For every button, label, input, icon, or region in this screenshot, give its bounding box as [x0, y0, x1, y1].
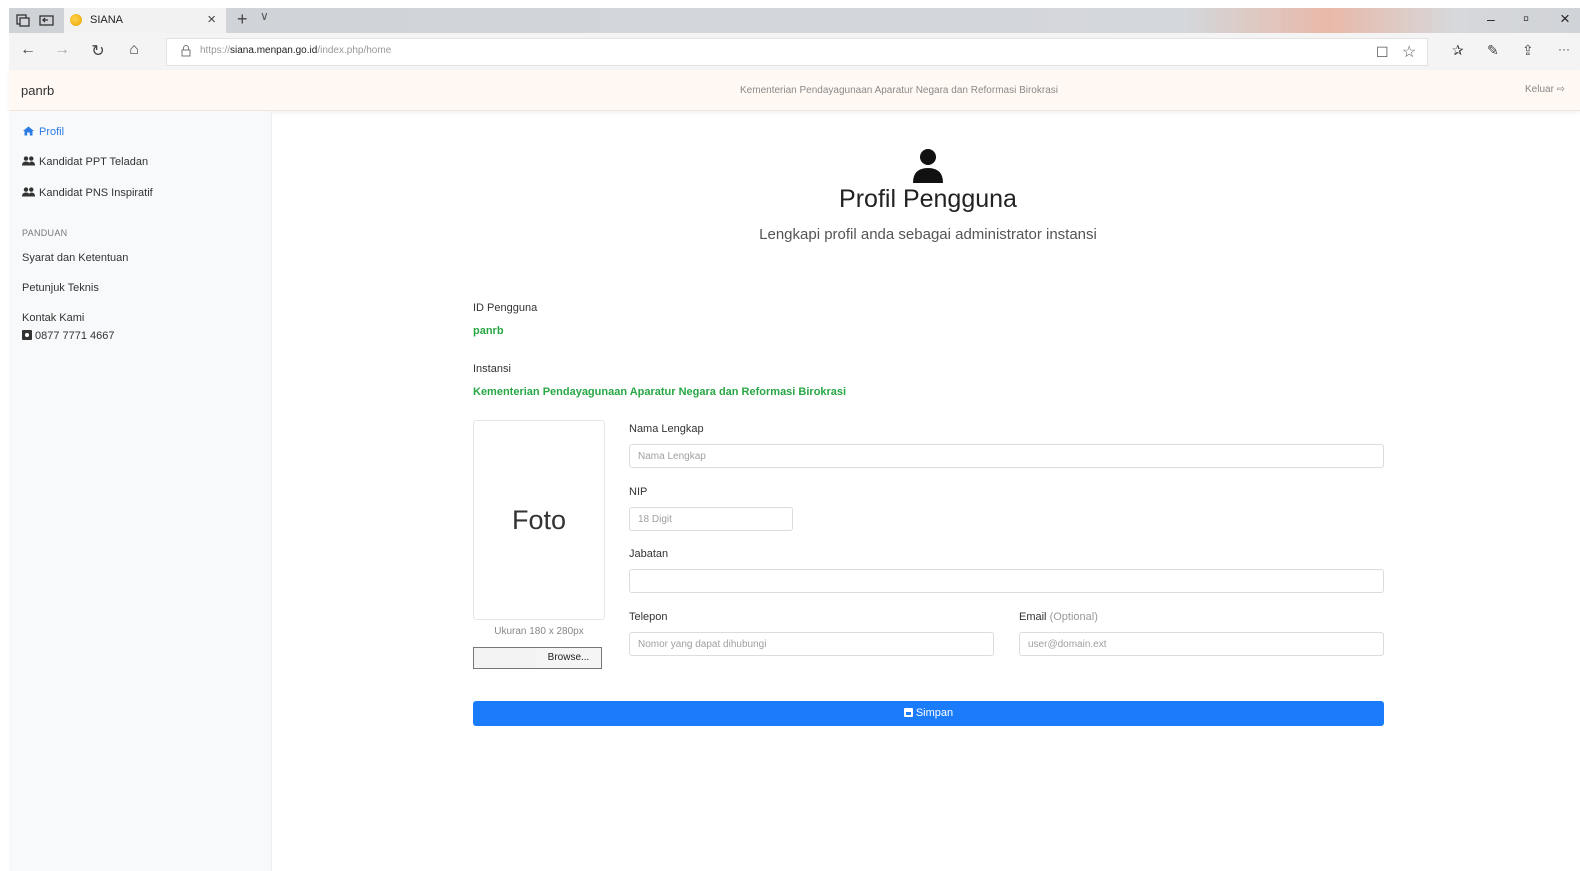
sidebar-link-petunjuk-teknis[interactable]: Petunjuk Teknis: [22, 282, 99, 294]
reading-view-icon[interactable]: ☐: [1376, 44, 1389, 61]
users-icon: [22, 187, 35, 197]
tab-list-chevron-icon[interactable]: ∨: [260, 9, 269, 23]
telepon-label: Telepon: [629, 611, 668, 623]
telepon-input[interactable]: [629, 632, 994, 656]
sidebar-item-profil[interactable]: Profil: [22, 126, 64, 138]
url-field[interactable]: https://siana.menpan.go.id/index.php/hom…: [166, 38, 1428, 66]
window-close-icon[interactable]: ×: [1560, 9, 1570, 29]
sidebar-contact-phone[interactable]: 0877 7771 4667: [22, 330, 115, 342]
url-scheme: https://: [200, 45, 231, 56]
email-label: Email (Optional): [1019, 611, 1098, 623]
window-edge: [0, 0, 9, 871]
site-navbar: panrb Kementerian Pendayagunaan Aparatur…: [9, 70, 1580, 111]
sidebar-item-kandidat-pns-inspiratif[interactable]: Kandidat PNS Inspiratif: [22, 187, 153, 199]
photo-file-input[interactable]: Browse...: [473, 647, 602, 669]
phone-icon: [22, 330, 32, 340]
page-subtitle: Lengkapi profil anda sebagai administrat…: [759, 226, 1097, 243]
url-text: https://siana.menpan.go.id/index.php/hom…: [200, 45, 391, 56]
siana-favicon-icon: [70, 14, 82, 26]
sidebar-item-label: Profil: [39, 126, 65, 138]
tabs-aside-icon[interactable]: [39, 12, 55, 28]
save-icon: [903, 708, 913, 717]
email-optional-note: (Optional): [1049, 611, 1098, 623]
users-icon: [22, 156, 35, 166]
browser-address-bar: ← → ↻ ⌂ https://siana.menpan.go.id/index…: [9, 33, 1580, 70]
url-domain: siana.menpan.go.id: [230, 45, 318, 56]
window-restore-icon[interactable]: ▫: [1523, 9, 1529, 29]
nip-input[interactable]: [629, 507, 793, 531]
jabatan-label: Jabatan: [629, 548, 669, 560]
email-input[interactable]: [1019, 632, 1384, 656]
refresh-icon[interactable]: ↻: [87, 41, 109, 61]
sidebar-section-heading: PANDUAN: [22, 228, 68, 238]
tab-title: SIANA: [90, 14, 124, 26]
sidebar-item-label: Kandidat PNS Inspiratif: [39, 187, 153, 199]
favorite-star-icon[interactable]: ☆: [1402, 42, 1416, 62]
sidebar-item-kandidat-ppt-teladan[interactable]: Kandidat PPT Teladan: [22, 156, 148, 168]
save-button[interactable]: Simpan: [473, 701, 1384, 726]
lock-icon: [179, 44, 193, 58]
id-pengguna-value: panrb: [473, 325, 504, 337]
nama-lengkap-input[interactable]: [629, 444, 1384, 468]
instansi-label: Instansi: [473, 363, 511, 375]
nip-label: NIP: [629, 486, 648, 498]
favorites-hub-icon[interactable]: ✰: [1452, 42, 1464, 59]
instansi-value: Kementerian Pendayagunaan Aparatur Negar…: [473, 386, 847, 398]
forward-icon[interactable]: →: [51, 41, 73, 61]
logout-link[interactable]: Keluar ⇨: [1525, 84, 1565, 95]
back-icon[interactable]: ←: [17, 41, 39, 61]
more-options-icon[interactable]: ···: [1558, 42, 1570, 56]
email-label-text: Email: [1019, 611, 1047, 623]
contact-phone-number: 0877 7771 4667: [35, 330, 115, 342]
home-button-icon[interactable]: ⌂: [123, 41, 145, 61]
sidebar-item-label: Kandidat PPT Teladan: [39, 156, 149, 168]
sidebar-contact-label: Kontak Kami: [22, 312, 85, 324]
share-icon[interactable]: ⇪: [1522, 42, 1534, 59]
id-pengguna-label: ID Pengguna: [473, 302, 538, 314]
sidebar: Profil Kandidat PPT Teladan Kandidat PNS…: [9, 111, 272, 871]
url-path: /index.php/home: [317, 45, 392, 56]
home-icon: [22, 126, 35, 136]
browse-button[interactable]: Browse...: [536, 648, 601, 668]
photo-preview: Foto: [473, 420, 605, 620]
window-minimize-icon[interactable]: –: [1487, 11, 1495, 27]
jabatan-input[interactable]: [629, 569, 1384, 593]
page-title: Profil Pengguna: [839, 185, 1017, 213]
photo-placeholder-text: Foto: [511, 505, 567, 535]
tab-actions-icon[interactable]: [15, 12, 31, 28]
tab-siana[interactable]: SIANA ×: [64, 8, 226, 33]
tab-close-icon[interactable]: ×: [207, 11, 216, 28]
save-button-label: Simpan: [915, 707, 954, 719]
sidebar-link-syarat-ketentuan[interactable]: Syarat dan Ketentuan: [22, 252, 128, 264]
new-tab-icon[interactable]: +: [237, 9, 248, 30]
user-icon: [912, 148, 944, 184]
photo-size-hint: Ukuran 180 x 280px: [494, 626, 584, 637]
file-name-field[interactable]: [474, 648, 537, 668]
browser-tab-strip: SIANA × + ∨ – ▫ ×: [9, 8, 1580, 33]
web-notes-icon[interactable]: ✎: [1487, 42, 1499, 59]
nama-lengkap-label: Nama Lengkap: [629, 423, 704, 435]
navbar-ministry-name: Kementerian Pendayagunaan Aparatur Negar…: [740, 85, 1058, 96]
